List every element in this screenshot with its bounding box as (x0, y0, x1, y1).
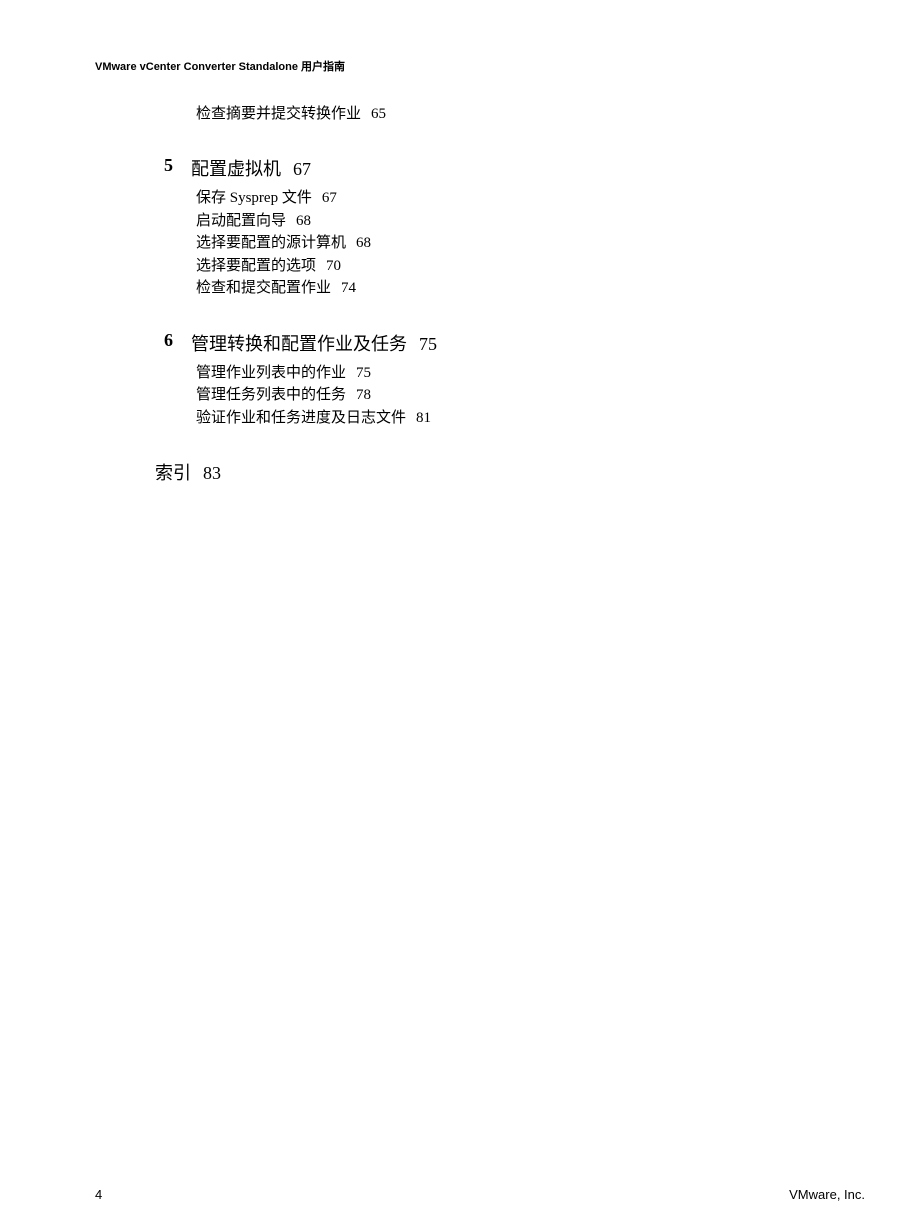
chapter-sub-items: 管理作业列表中的作业 75 管理任务列表中的任务 78 验证作业和任务进度及日志文件… (196, 362, 437, 430)
sub-item-page: 78 (356, 387, 371, 403)
chapter-sub-items: 保存 Sysprep 文件 67 启动配置向导 68 选择要配置的源计算机 68 选择… (196, 187, 437, 300)
chapter-number: 5 (155, 155, 173, 176)
sub-item-page: 67 (322, 190, 337, 206)
company-name: VMware, Inc. (789, 1187, 865, 1202)
toc-sub-item: 验证作业和任务进度及日志文件 81 (196, 407, 437, 430)
toc-orphan-item: 检查摘要并提交转换作业 65 (196, 102, 437, 123)
sub-item-title: 选择要配置的源计算机 (196, 235, 346, 251)
sub-item-title: 验证作业和任务进度及日志文件 (196, 410, 406, 426)
toc-sub-item: 管理作业列表中的作业 75 (196, 362, 437, 385)
toc-sub-item: 保存 Sysprep 文件 67 (196, 187, 437, 210)
toc-sub-item: 选择要配置的选项 70 (196, 255, 437, 278)
toc-sub-item: 管理任务列表中的任务 78 (196, 384, 437, 407)
toc-sub-item: 检查和提交配置作业 74 (196, 277, 437, 300)
sub-item-title: 检查和提交配置作业 (196, 280, 331, 296)
sub-item-page: 70 (326, 258, 341, 274)
sub-item-title: 保存 Sysprep 文件 (196, 190, 312, 206)
chapter-title: 管理转换和配置作业及任务 (191, 334, 407, 354)
sub-item-title: 选择要配置的选项 (196, 258, 316, 274)
chapter-page: 67 (293, 159, 311, 179)
chapter-title-line: 配置虚拟机 67 (191, 155, 311, 181)
document-header: VMware vCenter Converter Standalone 用户指南 (95, 58, 345, 74)
index-title-line: 索引 83 (155, 459, 221, 485)
chapter-title: 配置虚拟机 (191, 159, 281, 179)
page-number: 4 (95, 1187, 102, 1202)
toc-chapter: 6 管理转换和配置作业及任务 75 管理作业列表中的作业 75 管理任务列表中的任务… (155, 330, 437, 430)
index-title: 索引 (155, 463, 191, 483)
sub-item-title: 管理任务列表中的任务 (196, 387, 346, 403)
sub-item-title: 管理作业列表中的作业 (196, 365, 346, 381)
chapter-page: 75 (419, 334, 437, 354)
sub-item-page: 74 (341, 280, 356, 296)
toc-chapter: 5 配置虚拟机 67 保存 Sysprep 文件 67 启动配置向导 68 选择要配置… (155, 155, 437, 300)
toc-sub-item: 选择要配置的源计算机 68 (196, 232, 437, 255)
sub-item-page: 68 (296, 213, 311, 229)
chapter-title-line: 管理转换和配置作业及任务 75 (191, 330, 437, 356)
sub-item-page: 81 (416, 410, 431, 426)
toc-index-section: 索引 83 (155, 459, 437, 485)
sub-item-page: 68 (356, 235, 371, 251)
sub-item-page: 75 (356, 365, 371, 381)
chapter-number: 6 (155, 330, 173, 351)
index-page: 83 (203, 463, 221, 483)
toc-content: 检查摘要并提交转换作业65 5 配置虚拟机67 保存 Sysprep 文件67 … (155, 102, 437, 485)
orphan-title: 检查摘要并提交转换作业 (196, 106, 361, 122)
header-title: VMware vCenter Converter Standalone 用户指南 (95, 61, 345, 73)
sub-item-title: 启动配置向导 (196, 213, 286, 229)
orphan-page: 65 (371, 106, 386, 122)
toc-sub-item: 启动配置向导 68 (196, 210, 437, 233)
